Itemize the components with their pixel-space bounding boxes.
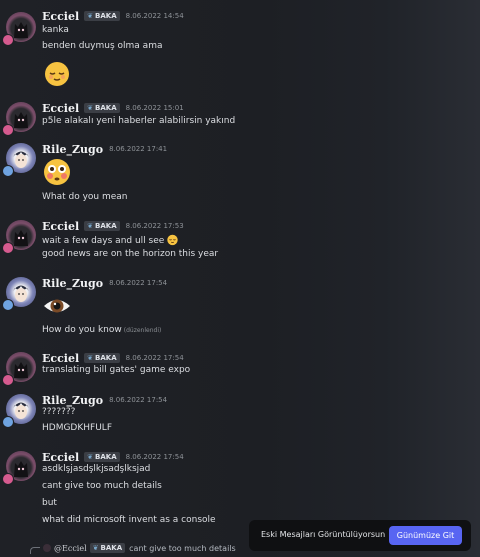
- message-text: cant give too much details: [42, 481, 162, 491]
- decoration-icon: [2, 473, 14, 485]
- message-text: translating bill gates' game expo: [42, 365, 191, 375]
- timestamp: 8.06.2022 17:54: [125, 453, 184, 461]
- decoration-icon: [2, 416, 14, 428]
- message-text: ???????: [42, 407, 76, 417]
- relieved-face-emoji[interactable]: [42, 58, 72, 88]
- message-text: How do you know: [42, 325, 122, 335]
- username[interactable]: Rile_Zugo: [42, 394, 103, 407]
- username[interactable]: Ecciel: [42, 451, 79, 464]
- timestamp: 8.06.2022 15:01: [125, 104, 184, 112]
- server-tag: ❦ BAKA: [84, 221, 120, 231]
- username[interactable]: Rile_Zugo: [42, 277, 103, 290]
- leaf-icon: ❦: [87, 453, 94, 461]
- eye-emoji[interactable]: [42, 291, 72, 321]
- leaf-icon: ❦: [87, 104, 94, 112]
- username[interactable]: Ecciel: [42, 10, 79, 23]
- message-text: HDMGDKHFULF: [42, 423, 112, 433]
- decoration-icon: [2, 124, 14, 136]
- message-text: asdklşjasdşlkjsadşlksjad: [42, 464, 151, 474]
- username[interactable]: Ecciel: [42, 352, 79, 365]
- timestamp: 8.06.2022 17:54: [109, 279, 168, 287]
- message-text: benden duymuş olma ama: [42, 41, 163, 51]
- server-tag: ❦ BAKA: [84, 353, 120, 363]
- decoration-icon: [2, 374, 14, 386]
- leaf-icon: ❦: [92, 544, 99, 552]
- username[interactable]: Rile_Zugo: [42, 143, 103, 156]
- username[interactable]: Ecciel: [42, 102, 79, 115]
- message-text: p5le alakalı yeni haberler alabilirsin y…: [42, 116, 236, 126]
- avatar: [43, 544, 51, 552]
- leaf-icon: ❦: [87, 12, 94, 20]
- reply-hook-icon: [30, 547, 40, 554]
- relieved-face-emoji[interactable]: [166, 233, 179, 246]
- message-text: good news are on the horizon this year: [42, 249, 219, 259]
- jump-to-present-button[interactable]: Günümüze Git: [389, 526, 462, 545]
- server-tag: ❦ BAKA: [84, 103, 120, 113]
- timestamp: 8.06.2022 17:53: [125, 222, 184, 230]
- reply-preview[interactable]: @Ecciel ❦ BAKA cant give too much details: [30, 541, 236, 555]
- reply-text: cant give too much details: [129, 543, 236, 553]
- timestamp: 8.06.2022 17:54: [125, 354, 184, 362]
- decoration-icon: [2, 34, 14, 46]
- reply-mention[interactable]: @Ecciel: [54, 544, 87, 553]
- leaf-icon: ❦: [87, 222, 94, 230]
- leaf-icon: ❦: [87, 354, 94, 362]
- message-text: but: [42, 498, 57, 508]
- server-tag: ❦ BAKA: [89, 543, 126, 553]
- message-text: what did microsoft invent as a console: [42, 515, 216, 525]
- old-messages-banner: Eski Mesajları Görüntülüyorsun Günümüze …: [249, 520, 471, 551]
- server-tag: ❦ BAKA: [84, 11, 120, 21]
- server-tag: ❦ BAKA: [84, 452, 120, 462]
- message-text: kanka: [42, 25, 69, 35]
- message-text: wait a few days and ull see: [42, 236, 165, 246]
- timestamp: 8.06.2022 14:54: [125, 12, 184, 20]
- flushed-face-emoji[interactable]: [42, 157, 72, 187]
- username[interactable]: Ecciel: [42, 220, 79, 233]
- timestamp: 8.06.2022 17:41: [109, 145, 168, 153]
- banner-text: Eski Mesajları Görüntülüyorsun: [261, 530, 386, 539]
- decoration-icon: [2, 165, 14, 177]
- edited-label: (düzenlendi): [123, 327, 162, 334]
- decoration-icon: [2, 299, 14, 311]
- message-text: What do you mean: [42, 192, 128, 202]
- timestamp: 8.06.2022 17:54: [109, 396, 168, 404]
- decoration-icon: [2, 242, 14, 254]
